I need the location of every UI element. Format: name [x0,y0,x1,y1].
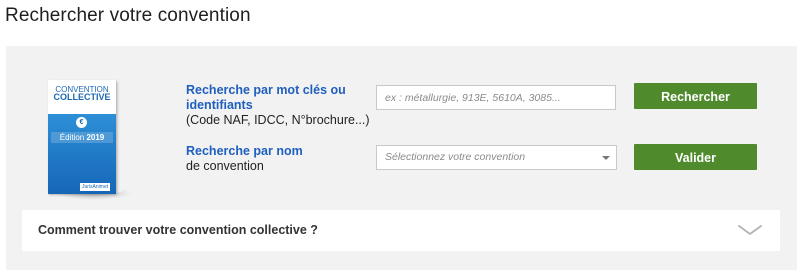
page-title: Rechercher votre convention [5,5,251,26]
help-accordion-label: Comment trouver votre convention collect… [38,223,318,237]
book-edition-year: 2019 [86,133,105,142]
book-title-line2: COLLECTIVE [53,92,111,102]
dropdown-arrow-icon [602,156,610,160]
convention-select[interactable]: Sélectionnez votre convention [376,145,617,170]
validate-button[interactable]: Valider [634,144,757,170]
help-accordion[interactable]: Comment trouver votre convention collect… [22,210,780,251]
euro-emblem-icon: € [76,117,87,128]
keyword-search-subtitle: (Code NAF, IDCC, N°brochure...) [186,113,370,127]
name-search-subtitle: de convention [186,159,264,173]
keyword-search-title: Recherche par mot clés ou identifiants [186,83,346,113]
convention-select-placeholder: Sélectionnez votre convention [385,151,526,163]
convention-book-image: CONVENTION COLLECTIVE € Édition 2019 Jur… [48,80,132,200]
book-cover: CONVENTION COLLECTIVE € Édition 2019 Jur… [48,80,116,194]
keyword-search-title-line2: identifiants [186,98,253,112]
chevron-down-icon[interactable] [738,224,762,236]
book-edition: Édition 2019 [51,132,113,143]
name-search-title: Recherche par nom [186,144,303,158]
book-publisher-logo: JurisAnimet [80,183,111,191]
book-edition-prefix: Édition [59,133,85,142]
keyword-search-input[interactable] [376,85,616,110]
search-button[interactable]: Rechercher [634,83,757,109]
keyword-search-title-line1: Recherche par mot clés ou [186,83,346,97]
search-panel: CONVENTION COLLECTIVE € Édition 2019 Jur… [6,46,797,270]
